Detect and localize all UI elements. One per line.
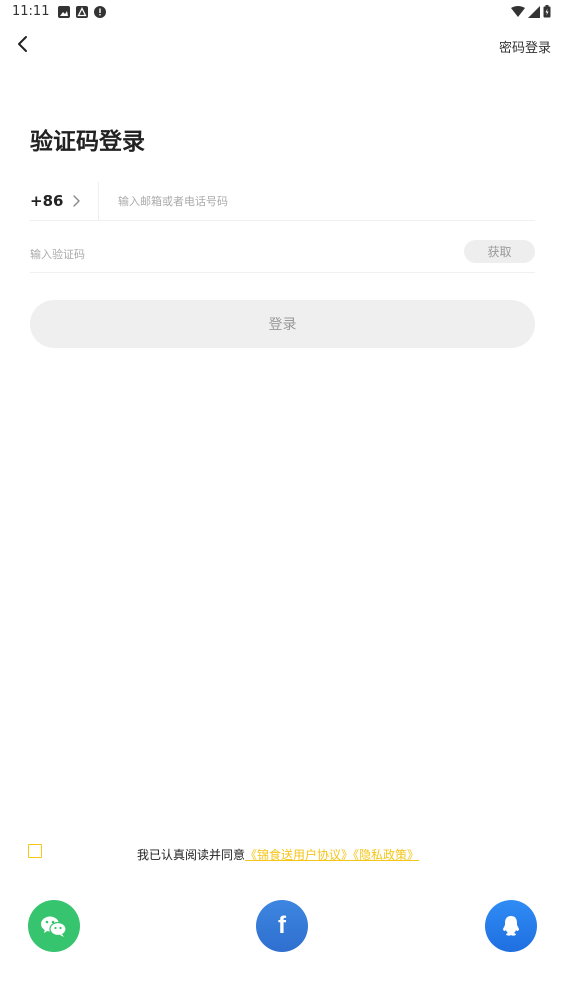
status-system-icons — [511, 5, 551, 18]
wifi-icon — [511, 5, 525, 17]
facebook-login-button[interactable]: f — [256, 900, 308, 952]
qq-icon — [503, 916, 519, 936]
facebook-icon: f — [278, 912, 286, 939]
status-notification-icons — [58, 6, 106, 18]
country-code-label: +86 — [30, 192, 64, 210]
privacy-policy-link[interactable]: 《隐私政策》 — [353, 848, 419, 862]
agreement-text: 我已认真阅读并同意 — [137, 848, 246, 862]
get-code-button[interactable]: 获取 — [464, 240, 535, 263]
agreement-checkbox[interactable] — [28, 844, 42, 858]
code-row: 获取 — [30, 234, 535, 273]
country-code-divider — [98, 182, 99, 220]
signal-icon — [528, 5, 540, 18]
phone-email-input[interactable] — [118, 193, 518, 209]
app-notification-icon — [76, 6, 88, 18]
page-title: 验证码登录 — [30, 129, 145, 155]
battery-icon — [543, 5, 551, 18]
chevron-left-icon — [18, 36, 27, 52]
status-time: 11:11 — [12, 4, 50, 19]
agreement-line: 我已认真阅读并同意《锦食送用户协议》《隐私政策》 — [137, 846, 419, 863]
country-code-selector[interactable]: +86 — [30, 192, 81, 210]
verification-code-input[interactable] — [30, 246, 410, 262]
wechat-icon — [41, 916, 67, 937]
image-notification-icon — [58, 6, 70, 18]
qq-login-button[interactable] — [485, 900, 537, 952]
user-agreement-link[interactable]: 《锦食送用户协议》 — [245, 848, 353, 862]
status-bar: 11:11 — [0, 0, 565, 24]
login-button[interactable]: 登录 — [30, 300, 535, 348]
back-button[interactable] — [8, 30, 36, 58]
alert-notification-icon — [94, 6, 106, 18]
password-login-link[interactable]: 密码登录 — [499, 37, 551, 56]
phone-row: +86 — [30, 182, 535, 221]
chevron-right-icon — [73, 195, 81, 207]
wechat-login-button[interactable] — [28, 900, 80, 952]
